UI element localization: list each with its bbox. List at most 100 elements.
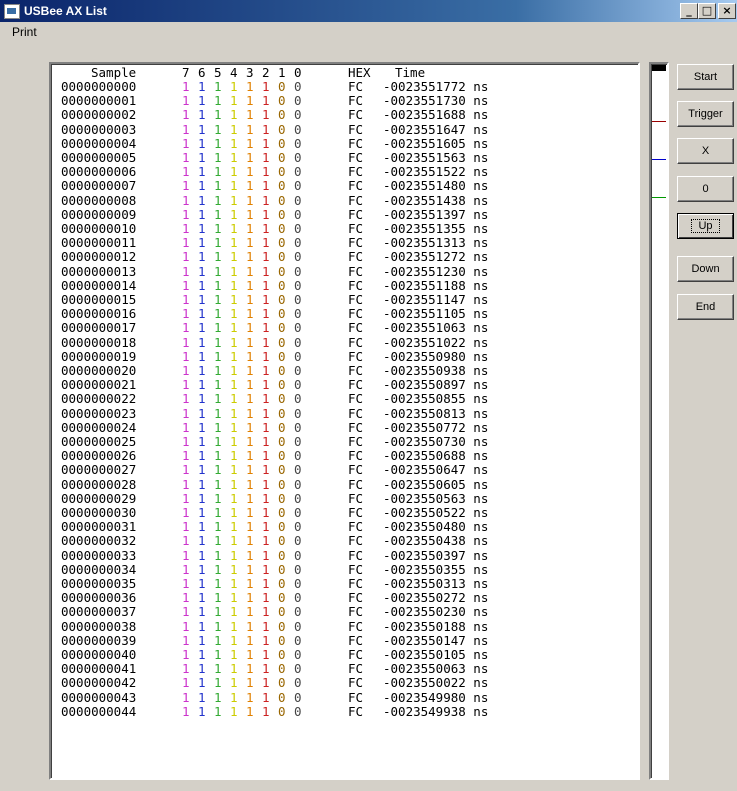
bit-value: 1 — [262, 703, 270, 719]
list-row[interactable]: 0000000044 1 1 1 1 1 1 0 0 FC -0023549938 ns — [51, 703, 638, 719]
maximize-button[interactable]: □ — [698, 3, 716, 19]
list-row[interactable]: 0000000031 1 1 1 1 1 1 0 0 FC -0023550480 ns — [51, 520, 638, 534]
minimize-button[interactable]: _ — [680, 3, 698, 19]
bit-value: 1 — [246, 533, 254, 549]
bit-value: 1 — [230, 419, 238, 435]
list-row[interactable]: 0000000028 1 1 1 1 1 1 0 0 FC -0023550605 ns — [51, 477, 638, 492]
bit-value: 1 — [198, 632, 206, 648]
bit-value: 0 — [278, 434, 286, 449]
list-row[interactable]: 0000000033 1 1 1 1 1 1 0 0 FC -0023550397 ns — [51, 547, 638, 563]
bit-value: 1 — [214, 320, 222, 336]
list-row[interactable]: 0000000023 1 1 1 1 1 1 0 0 FC -0023550813 ns — [51, 406, 638, 421]
list-row[interactable]: 0000000019 1 1 1 1 1 1 0 0 FC -0023550980 ns — [51, 349, 638, 364]
list-row[interactable]: 0000000035 1 1 1 1 1 1 0 0 FC -0023550313 ns — [51, 577, 638, 591]
hex-value: FC — [348, 391, 364, 407]
hex-value: FC — [348, 505, 364, 520]
bit-value: 1 — [198, 462, 206, 478]
list-row[interactable]: 0000000005 1 1 1 1 1 1 0 0 FC -0023551563 ns — [51, 151, 638, 165]
list-row[interactable]: 0000000024 1 1 1 1 1 1 0 0 FC -0023550772 ns — [51, 419, 638, 435]
bit-value: 1 — [230, 505, 238, 520]
bit-value: 1 — [198, 661, 206, 677]
bit-value: 1 — [262, 334, 270, 350]
bit-value: 1 — [230, 277, 238, 293]
list-row[interactable]: 0000000027 1 1 1 1 1 1 0 0 FC -0023550647 ns — [51, 463, 638, 477]
bit-value: 1 — [198, 93, 206, 109]
list-row[interactable]: 0000000012 1 1 1 1 1 1 0 0 FC -0023551272 ns — [51, 250, 638, 264]
start-button[interactable]: Start — [677, 64, 734, 90]
list-row[interactable]: 0000000017 1 1 1 1 1 1 0 0 FC -0023551063 ns — [51, 321, 638, 335]
bit-value: 1 — [214, 150, 222, 165]
x-button[interactable]: X — [677, 138, 734, 164]
bit-value: 1 — [262, 547, 270, 563]
sample-number: 0000000012 — [61, 249, 137, 265]
end-button[interactable]: End — [677, 294, 734, 320]
list-row[interactable]: 0000000029 1 1 1 1 1 1 0 0 FC -0023550563 ns — [51, 490, 638, 506]
list-row[interactable]: 0000000016 1 1 1 1 1 1 0 0 FC -0023551105 ns — [51, 307, 638, 321]
bit-value: 1 — [198, 363, 206, 378]
bit-value: 0 — [294, 519, 302, 535]
bit-value: 1 — [230, 561, 238, 577]
bit-value: 1 — [246, 505, 254, 520]
list-row[interactable]: 0000000015 1 1 1 1 1 1 0 0 FC -0023551147 ns — [51, 293, 638, 307]
list-row[interactable]: 0000000001 1 1 1 1 1 1 0 0 FC -0023551730 ns — [51, 94, 638, 108]
list-row[interactable]: 0000000022 1 1 1 1 1 1 0 0 FC -0023550855 ns — [51, 392, 638, 406]
down-button[interactable]: Down — [677, 256, 734, 282]
time-value: -0023550563 ns — [383, 490, 489, 506]
list-row[interactable]: 0000000000 1 1 1 1 1 1 0 0 FC -0023551772 ns — [51, 80, 638, 94]
list-row[interactable]: 0000000003 1 1 1 1 1 1 0 0 FC -0023551647 ns — [51, 122, 638, 137]
list-row[interactable]: 0000000004 1 1 1 1 1 1 0 0 FC -0023551605 ns — [51, 136, 638, 151]
list-row[interactable]: 0000000026 1 1 1 1 1 1 0 0 FC -0023550688 ns — [51, 449, 638, 463]
list-row[interactable]: 0000000032 1 1 1 1 1 1 0 0 FC -0023550438 ns — [51, 534, 638, 548]
list-row[interactable]: 0000000039 1 1 1 1 1 1 0 0 FC -0023550147 ns — [51, 632, 638, 648]
list-row[interactable]: 0000000006 1 1 1 1 1 1 0 0 FC -0023551522 ns — [51, 165, 638, 179]
bit-value: 1 — [214, 647, 222, 662]
position-panel[interactable] — [649, 62, 669, 780]
list-row[interactable]: 0000000037 1 1 1 1 1 1 0 0 FC -0023550230 ns — [51, 605, 638, 619]
sample-number: 0000000008 — [61, 192, 137, 208]
bit-value: 1 — [198, 164, 206, 180]
list-row[interactable]: 0000000043 1 1 1 1 1 1 0 0 FC -0023549980 ns — [51, 689, 638, 705]
list-row[interactable]: 0000000036 1 1 1 1 1 1 0 0 FC -0023550272 ns — [51, 591, 638, 605]
list-row[interactable]: 0000000010 1 1 1 1 1 1 0 0 FC -0023551355 ns — [51, 222, 638, 236]
list-row[interactable]: 0000000021 1 1 1 1 1 1 0 0 FC -0023550897 ns — [51, 378, 638, 392]
sample-number: 0000000009 — [61, 206, 137, 222]
hex-value: FC — [348, 675, 364, 691]
bit-value: 0 — [294, 306, 302, 322]
list-row[interactable]: 0000000040 1 1 1 1 1 1 0 0 FC -0023550105 ns — [51, 648, 638, 662]
bit-value: 1 — [246, 703, 254, 719]
menu-print[interactable]: Print — [12, 25, 37, 39]
list-row[interactable]: 0000000034 1 1 1 1 1 1 0 0 FC -0023550355 ns — [51, 561, 638, 577]
list-row[interactable]: 0000000042 1 1 1 1 1 1 0 0 FC -0023550022 ns — [51, 676, 638, 690]
list-row[interactable]: 0000000020 1 1 1 1 1 1 0 0 FC -0023550938 ns — [51, 364, 638, 378]
list-row[interactable]: 0000000009 1 1 1 1 1 1 0 0 FC -0023551397 ns — [51, 206, 638, 222]
sample-list[interactable]: Sample 76543210 HEX Time 0000000000 1 1 1 1 1… — [49, 62, 640, 780]
list-row[interactable]: 0000000018 1 1 1 1 1 1 0 0 FC -0023551022 ns — [51, 334, 638, 350]
zero-button[interactable]: 0 — [677, 176, 734, 202]
list-row[interactable]: 0000000030 1 1 1 1 1 1 0 0 FC -0023550522 ns — [51, 506, 638, 520]
list-row[interactable]: 0000000041 1 1 1 1 1 1 0 0 FC -0023550063 ns — [51, 662, 638, 676]
hex-value: FC — [348, 448, 364, 464]
list-row[interactable]: 0000000011 1 1 1 1 1 1 0 0 FC -0023551313 ns — [51, 236, 638, 250]
bit-value: 1 — [198, 277, 206, 293]
bit-value: 0 — [278, 547, 286, 563]
bit-value: 1 — [246, 590, 254, 606]
list-row[interactable]: 0000000008 1 1 1 1 1 1 0 0 FC -0023551438 ns — [51, 192, 638, 208]
list-row[interactable]: 0000000013 1 1 1 1 1 1 0 0 FC -0023551230 ns — [51, 264, 638, 279]
list-row[interactable]: 0000000038 1 1 1 1 1 1 0 0 FC -0023550188 ns — [51, 619, 638, 634]
list-row[interactable]: 0000000014 1 1 1 1 1 1 0 0 FC -0023551188 ns — [51, 277, 638, 293]
close-button[interactable]: × — [718, 3, 736, 19]
sample-number: 0000000043 — [61, 689, 137, 705]
position-thumb[interactable] — [652, 65, 666, 71]
bit-value: 1 — [182, 206, 190, 222]
header-bit-6: 6 — [198, 65, 206, 80]
trigger-button[interactable]: Trigger — [677, 101, 734, 127]
bit-value: 1 — [214, 547, 222, 563]
bit-value: 1 — [214, 519, 222, 535]
up-button[interactable]: Up — [677, 213, 734, 239]
bit-value: 0 — [278, 277, 286, 293]
list-row[interactable]: 0000000007 1 1 1 1 1 1 0 0 FC -0023551480 ns — [51, 179, 638, 193]
app-icon[interactable] — [4, 4, 20, 19]
bit-value: 1 — [198, 675, 206, 691]
list-row[interactable]: 0000000025 1 1 1 1 1 1 0 0 FC -0023550730 ns — [51, 435, 638, 449]
list-row[interactable]: 0000000002 1 1 1 1 1 1 0 0 FC -0023551688 ns — [51, 108, 638, 122]
